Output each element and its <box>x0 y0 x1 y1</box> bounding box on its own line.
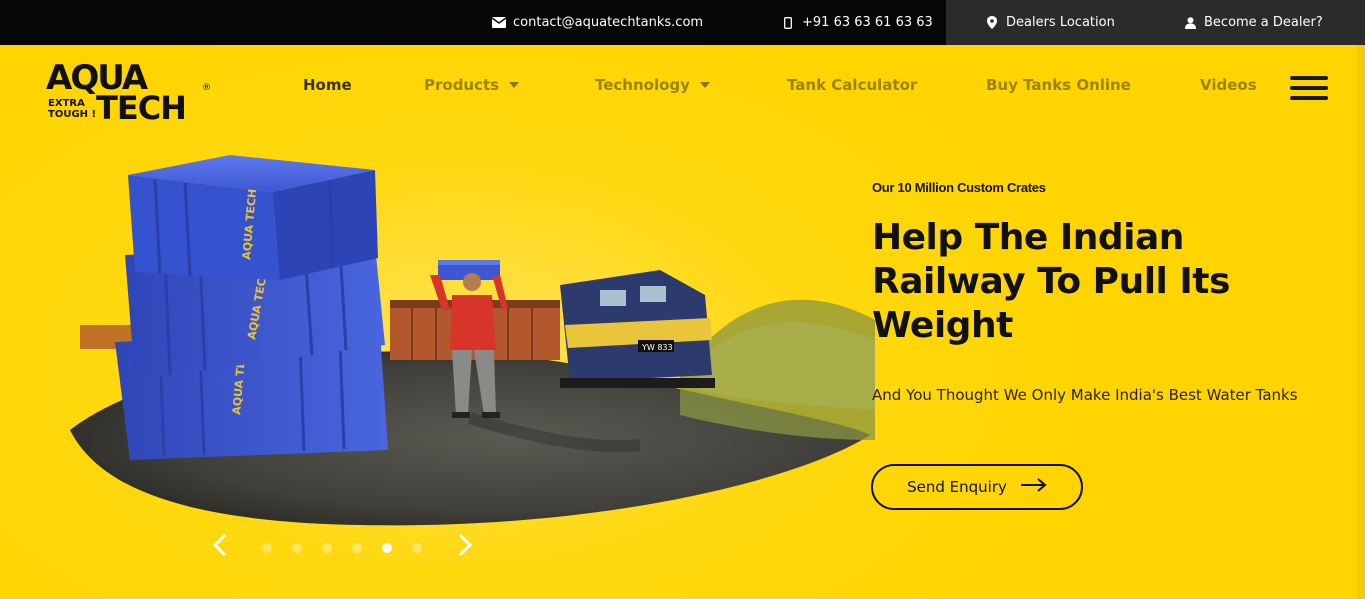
hero-subtext: And You Thought We Only Make India's Bes… <box>872 386 1298 404</box>
become-dealer-link[interactable]: Become a Dealer? <box>1183 0 1323 45</box>
caret-down-icon <box>699 82 710 88</box>
map-marker-icon <box>985 16 999 30</box>
become-dealer-text: Become a Dealer? <box>1204 15 1323 30</box>
user-icon <box>1183 16 1197 30</box>
nav-videos[interactable]: Videos <box>1200 76 1257 94</box>
chevron-right-icon[interactable] <box>455 532 475 558</box>
svg-text:®: ® <box>202 83 211 93</box>
nav-tank-calculator-label: Tank Calculator <box>787 76 918 94</box>
send-enquiry-label: Send Enquiry <box>907 478 1007 496</box>
slider-dot[interactable] <box>262 543 272 553</box>
caret-down-icon <box>509 82 520 88</box>
nav-home[interactable]: Home <box>303 76 352 94</box>
phone-text: +91 63 63 61 63 63 <box>802 15 933 30</box>
nav-products[interactable]: Products <box>424 76 520 94</box>
email-text: contact@aquatechtanks.com <box>513 15 704 30</box>
slider-dot[interactable] <box>292 543 302 553</box>
slider-dot[interactable] <box>382 543 392 553</box>
svg-text:YW 833: YW 833 <box>641 343 673 352</box>
mobile-phone-icon <box>781 16 795 30</box>
slider-dot[interactable] <box>412 543 422 553</box>
nav-tank-calculator[interactable]: Tank Calculator <box>787 76 917 94</box>
nav-products-label: Products <box>424 76 500 94</box>
nav-videos-label: Videos <box>1200 76 1257 94</box>
slider-dot[interactable] <box>322 543 332 553</box>
svg-text:TOUGH !: TOUGH ! <box>48 109 96 120</box>
nav-buy-tanks-label: Buy Tanks Online <box>986 76 1131 94</box>
send-enquiry-button[interactable]: Send Enquiry <box>871 464 1083 510</box>
hero-eyebrow: Our 10 Million Custom Crates <box>872 180 1046 195</box>
nav-technology-label: Technology <box>595 76 690 94</box>
dealers-location-text: Dealers Location <box>1006 15 1115 30</box>
dealers-location-link[interactable]: Dealers Location <box>985 0 1115 45</box>
hamburger-icon[interactable] <box>1290 76 1328 100</box>
nav-home-label: Home <box>303 76 352 94</box>
slider-dot[interactable] <box>352 543 362 553</box>
nav-technology[interactable]: Technology <box>595 76 710 94</box>
email-link[interactable]: contact@aquatechtanks.com <box>492 0 703 45</box>
svg-text:TECH: TECH <box>96 89 186 121</box>
aquatech-logo[interactable]: AQUA EXTRA TOUGH ! TECH ® <box>44 55 214 127</box>
arrow-right-icon <box>1020 478 1047 496</box>
hero-headline: Help The Indian Railway To Pull Its Weig… <box>872 217 1230 346</box>
svg-text:EXTRA: EXTRA <box>48 98 85 109</box>
chevron-left-icon[interactable] <box>210 532 230 558</box>
envelope-icon <box>492 16 506 30</box>
scrollbar[interactable] <box>1357 45 1365 599</box>
phone-link[interactable]: +91 63 63 61 63 63 <box>781 0 933 45</box>
nav-buy-tanks-online[interactable]: Buy Tanks Online <box>986 76 1131 94</box>
hero-illustration: YW 833 AQUA TECH AQUA TECH AQUA TECH <box>40 150 880 540</box>
